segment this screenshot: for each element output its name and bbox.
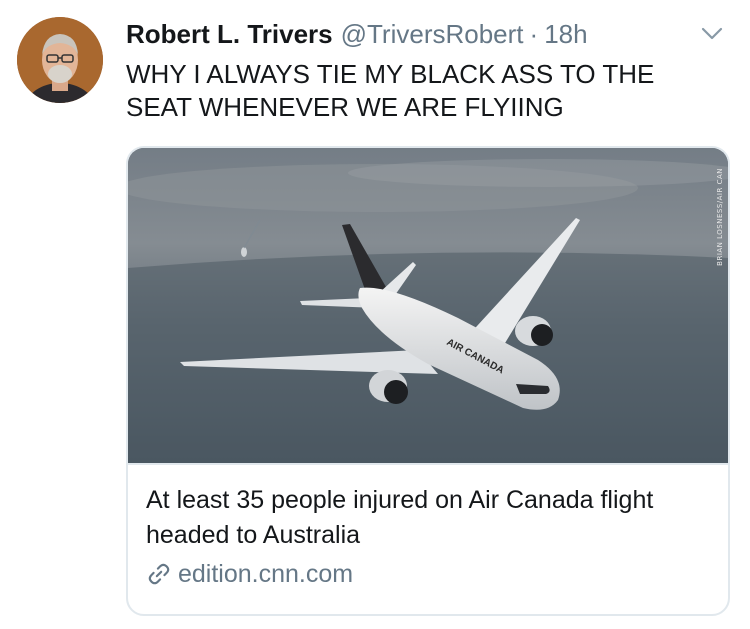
link-icon — [148, 563, 170, 585]
card-title[interactable]: At least 35 people injured on Air Canada… — [146, 483, 686, 553]
card-domain-row[interactable]: edition.cnn.com — [146, 557, 710, 591]
airplane-photo: AIR CANADA — [128, 148, 728, 463]
chevron-down-icon[interactable] — [700, 24, 724, 42]
tweet-timestamp[interactable]: 18h — [544, 16, 587, 52]
photo-credit: BRIAN LOSNESS/AIR CAN — [716, 168, 724, 266]
card-domain[interactable]: edition.cnn.com — [178, 557, 353, 591]
separator-dot: · — [529, 19, 539, 49]
tweet[interactable]: Robert L. Trivers @TriversRobert · 18h W… — [0, 0, 750, 629]
tweet-text: WHY I ALWAYS TIE MY BLACK ASS TO THE SEA… — [126, 59, 655, 122]
author-name[interactable]: Robert L. Trivers — [126, 16, 333, 52]
tweet-header: Robert L. Trivers @TriversRobert · 18h — [126, 16, 588, 52]
author-handle[interactable]: @TriversRobert — [341, 16, 524, 52]
card-body[interactable]: At least 35 people injured on Air Canada… — [128, 465, 728, 591]
avatar-photo — [17, 17, 103, 103]
author-avatar[interactable] — [17, 17, 103, 103]
link-preview-card[interactable]: AIR CANADA BRIAN LOSNESS/AIR CAN At leas… — [126, 146, 730, 616]
card-image[interactable]: AIR CANADA BRIAN LOSNESS/AIR CAN — [128, 148, 728, 465]
